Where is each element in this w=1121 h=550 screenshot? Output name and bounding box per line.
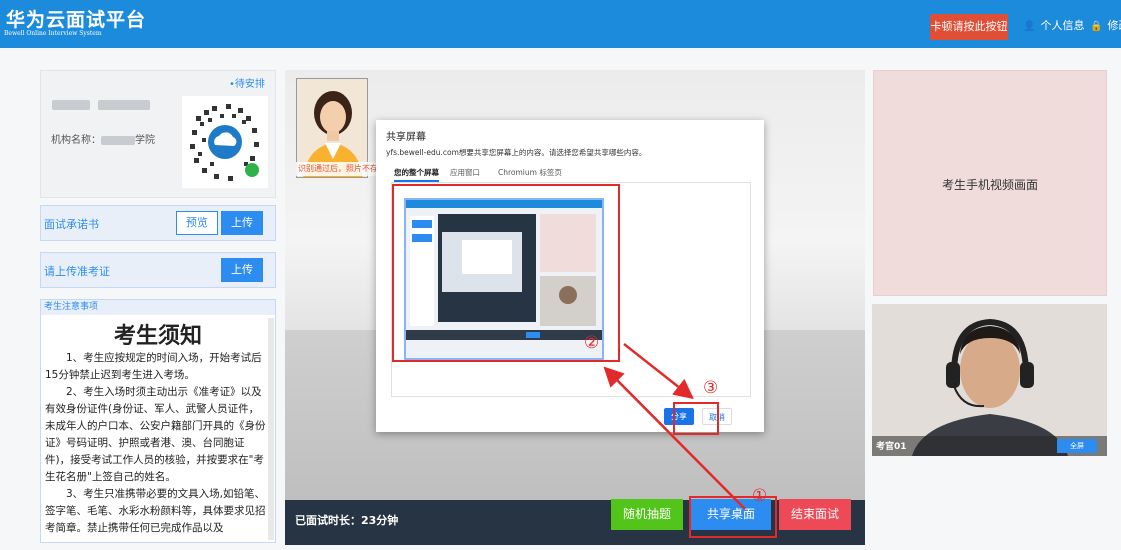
step-3-marker: ③: [703, 378, 719, 398]
fullscreen-button[interactable]: 全屏: [1057, 439, 1097, 453]
step-2-marker: ②: [584, 333, 600, 353]
examiner-name: 考官01: [876, 442, 907, 452]
phone-video-label: 考生手机视频画面: [941, 178, 1038, 192]
step-1-marker: ①: [752, 486, 768, 506]
examiner-video: [872, 304, 1107, 456]
annotation-box-share: [673, 402, 719, 435]
